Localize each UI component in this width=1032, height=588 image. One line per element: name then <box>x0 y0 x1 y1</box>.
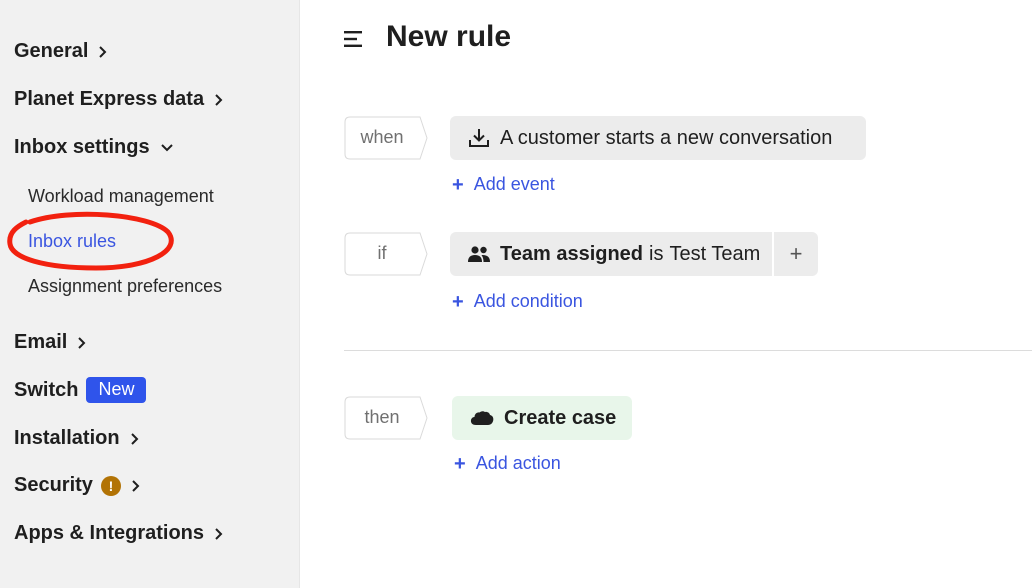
nav-inbox-settings-label: Inbox settings <box>14 136 150 158</box>
add-action-label: Add action <box>475 453 561 473</box>
add-filter-button[interactable]: + <box>774 232 818 276</box>
when-label: when <box>360 127 404 147</box>
condition-operator: is <box>649 242 664 265</box>
plus-icon: + <box>452 173 464 196</box>
chevron-right-icon <box>98 45 108 59</box>
then-label: then <box>364 407 400 427</box>
event-pill[interactable]: A customer starts a new conversation <box>450 116 866 160</box>
nav-apps-label: Apps & Integrations <box>14 522 205 544</box>
plus-icon: + <box>452 290 464 313</box>
action-pill[interactable]: Create case <box>452 396 632 440</box>
add-action-link[interactable]: + Add action <box>454 453 561 474</box>
sub-inbox-rules[interactable]: Inbox rules <box>28 231 116 252</box>
action-label: Create case <box>504 406 617 429</box>
nav-email[interactable]: Email <box>14 331 87 354</box>
divider <box>344 350 1032 351</box>
plus-icon: + <box>789 241 803 266</box>
then-tag: then <box>344 396 428 440</box>
team-icon <box>468 245 490 263</box>
new-badge: New <box>86 377 147 403</box>
nav-general[interactable]: General <box>14 40 108 63</box>
menu-icon[interactable] <box>344 30 366 48</box>
chevron-right-icon <box>131 479 141 493</box>
nav-planet-express-data[interactable]: Planet Express data <box>14 88 224 111</box>
chevron-right-icon <box>214 93 224 107</box>
sub-workload-management[interactable]: Workload management <box>28 186 214 207</box>
sidebar: General Planet Express data Inbox settin… <box>0 0 300 588</box>
if-label: if <box>377 243 387 263</box>
nav-installation-label: Installation <box>14 427 120 449</box>
sub-assignment-preferences[interactable]: Assignment preferences <box>28 276 222 297</box>
add-event-label: Add event <box>473 174 555 194</box>
main-panel: New rule when A customer starts a new co… <box>300 0 1032 588</box>
nav-planet-express-label: Planet Express data <box>14 88 205 110</box>
nav-installation[interactable]: Installation <box>14 427 140 450</box>
salesforce-cloud-icon <box>470 410 494 426</box>
page-title: New rule <box>386 20 512 53</box>
condition-attribute: Team assigned <box>500 242 644 265</box>
nav-apps-integrations[interactable]: Apps & Integrations <box>14 522 224 545</box>
download-icon <box>468 127 490 149</box>
nav-switch-label: Switch <box>14 378 79 401</box>
nav-general-label: General <box>14 40 89 62</box>
when-tag: when <box>344 116 428 160</box>
chevron-right-icon <box>214 527 224 541</box>
condition-pill[interactable]: Team assigned is Test Team <box>450 232 772 276</box>
nav-email-label: Email <box>14 331 68 353</box>
chevron-down-icon <box>160 143 174 153</box>
event-label: A customer starts a new conversation <box>500 126 833 149</box>
chevron-right-icon <box>77 336 87 350</box>
nav-security[interactable]: Security ! <box>14 474 141 497</box>
add-condition-link[interactable]: + Add condition <box>452 291 583 312</box>
add-event-link[interactable]: + Add event <box>452 174 555 195</box>
condition-value: Test Team <box>669 242 761 265</box>
nav-inbox-settings[interactable]: Inbox settings <box>14 136 174 159</box>
if-tag: if <box>344 232 428 276</box>
nav-switch[interactable]: Switch New <box>14 377 147 403</box>
plus-icon: + <box>454 452 466 475</box>
chevron-right-icon <box>130 432 140 446</box>
add-condition-label: Add condition <box>473 291 583 311</box>
warning-icon: ! <box>100 475 121 496</box>
nav-security-label: Security <box>14 474 93 496</box>
